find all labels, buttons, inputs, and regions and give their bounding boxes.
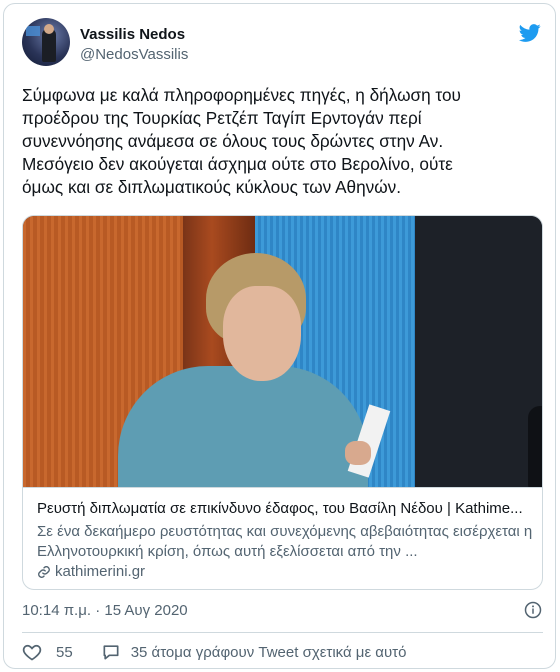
avatar[interactable] bbox=[22, 18, 70, 66]
link-preview-card[interactable]: Ρευστή διπλωματία σε επικίνδυνο έδαφος, … bbox=[22, 215, 543, 590]
speech-bubble-icon bbox=[103, 645, 119, 660]
author-handle[interactable]: @NedosVassilis bbox=[80, 46, 188, 63]
reply-label: 35 άτομα γράφουν Tweet σχετικά με αυτό bbox=[130, 643, 407, 661]
link-preview-image[interactable] bbox=[23, 216, 542, 487]
divider bbox=[22, 632, 543, 633]
link-domain[interactable]: kathimerini.gr bbox=[37, 563, 145, 580]
link-description: Σε ένα δεκαήμερο ρευστότητας και συνεχόμ… bbox=[37, 523, 533, 560]
info-icon[interactable] bbox=[524, 601, 542, 619]
link-domain-text: kathimerini.gr bbox=[55, 563, 146, 580]
author-name[interactable]: Vassilis Nedos bbox=[80, 26, 185, 43]
tweet-header: Vassilis Nedos @NedosVassilis bbox=[22, 18, 542, 70]
tweet-card: Vassilis Nedos @NedosVassilis Σύμφωνα με… bbox=[3, 3, 556, 669]
tweet-timestamp[interactable]: 10:14 π.μ. · 15 Αυγ 2020 bbox=[22, 602, 188, 619]
tweet-actions: 55 35 άτομα γράφουν Tweet σχετικά με αυτ… bbox=[22, 641, 406, 663]
reply-button[interactable]: 35 άτομα γράφουν Tweet σχετικά με αυτό bbox=[101, 642, 407, 662]
like-count: 55 bbox=[56, 643, 73, 661]
link-preview-body[interactable]: Ρευστή διπλωματία σε επικίνδυνο έδαφος, … bbox=[23, 487, 542, 589]
link-title[interactable]: Ρευστή διπλωματία σε επικίνδυνο έδαφος, … bbox=[37, 500, 533, 517]
twitter-bird-icon[interactable] bbox=[518, 22, 542, 44]
heart-icon bbox=[22, 644, 42, 661]
like-button[interactable]: 55 bbox=[22, 642, 73, 662]
link-icon bbox=[38, 565, 50, 578]
tweet-text: Σύμφωνα με καλά πληροφορημένες πηγές, η … bbox=[22, 85, 461, 197]
